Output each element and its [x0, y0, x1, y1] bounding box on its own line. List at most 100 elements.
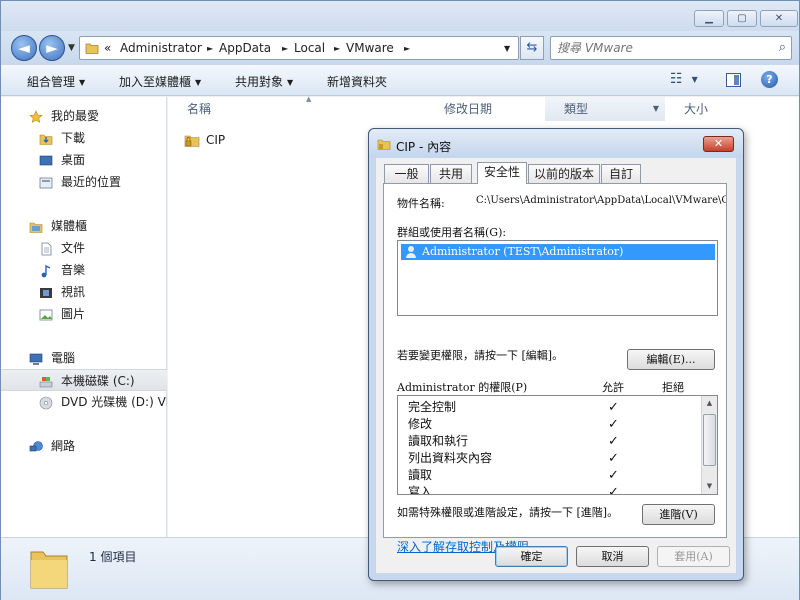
dialog-close-button[interactable]: ✕ [703, 136, 734, 152]
dialog-title-bar: CIP - 內容 ✕ [369, 129, 743, 157]
drive-icon [39, 374, 53, 388]
desktop-icon [39, 153, 53, 167]
dialog-body: 一般 共用 安全性 以前的版本 自訂 物件名稱: C:\Users\Admini… [376, 158, 736, 573]
breadcrumb-appdata[interactable]: AppData [219, 41, 271, 55]
nav-recent-places[interactable]: 最近的位置 [1, 171, 167, 193]
security-panel: 物件名稱: C:\Users\Administrator\AppData\Loc… [383, 183, 727, 554]
sort-ascending-icon: ▲ [306, 95, 312, 103]
apply-button[interactable]: 套用(A) [657, 546, 730, 567]
edit-button[interactable]: 編輯(E)... [627, 349, 715, 370]
tab-sharing[interactable]: 共用 [430, 164, 472, 183]
tab-security[interactable]: 安全性 [477, 162, 527, 184]
nav-videos[interactable]: 視訊 [1, 281, 167, 303]
nav-label: 網路 [51, 439, 76, 453]
add-to-library-menu[interactable]: 加入至媒體櫃 ▼ [119, 73, 201, 90]
tab-previous-versions[interactable]: 以前的版本 [528, 164, 600, 183]
forward-button[interactable]: ► [39, 35, 65, 61]
close-button[interactable]: ✕ [760, 10, 798, 27]
recent-pages-dropdown[interactable]: ▼ [68, 43, 75, 53]
minimize-button[interactable]: ▁ [694, 10, 724, 27]
search-input[interactable] [557, 40, 767, 56]
permission-modify: 修改 ✓ [408, 417, 619, 432]
breadcrumb-separator[interactable]: ► [334, 44, 340, 53]
nav-label: 音樂 [61, 263, 86, 277]
libraries-icon [29, 219, 43, 233]
permissions-scrollbar[interactable]: ▲ ▼ [701, 396, 717, 494]
breadcrumb-separator[interactable]: ► [404, 44, 410, 53]
group-item-administrator[interactable]: Administrator (TEST\Administrator) [401, 244, 715, 260]
breadcrumb-separator[interactable]: ► [282, 44, 288, 53]
permission-read: 讀取 ✓ [408, 468, 619, 483]
scroll-down-arrow[interactable]: ▼ [702, 479, 717, 494]
advanced-button[interactable]: 進階(V) [642, 504, 715, 525]
nav-label: 媒體櫃 [51, 219, 88, 233]
command-bar: 組合管理 ▼ 加入至媒體櫃 ▼ 共用對象 ▼ 新增資料夾 ☷ ▼ ? [1, 65, 799, 96]
maximize-button[interactable]: ▢ [727, 10, 757, 27]
allow-check: ✓ [608, 468, 619, 483]
refresh-button[interactable]: ⇆ [520, 36, 544, 60]
cancel-button[interactable]: 取消 [576, 546, 649, 567]
address-bar[interactable]: « Administrator ► AppData ► Local ► VMwa… [79, 36, 519, 60]
locked-folder-icon [184, 132, 200, 148]
groups-listbox[interactable]: Administrator (TEST\Administrator) [397, 240, 718, 316]
computer-icon [29, 351, 43, 365]
tab-customize[interactable]: 自訂 [601, 164, 641, 183]
nav-label: 圖片 [61, 307, 86, 321]
nav-favorites[interactable]: 我的最愛 [1, 105, 167, 127]
change-permissions-hint: 若要變更權限，請按一下 [編輯]。 [397, 349, 564, 362]
groups-label: 群組或使用者名稱(G): [397, 226, 507, 239]
preview-pane-icon[interactable] [726, 73, 741, 87]
new-folder-button[interactable]: 新增資料夾 [327, 73, 387, 90]
column-header-size[interactable]: 大小 [665, 97, 765, 121]
search-icon[interactable]: ⌕ [779, 40, 786, 55]
nav-label: 文件 [61, 241, 86, 255]
locked-folder-icon [377, 137, 391, 151]
nav-local-disk-c[interactable]: 本機磁碟 (C:) [1, 369, 167, 391]
permission-full-control: 完全控制 ✓ [408, 400, 619, 415]
share-with-menu[interactable]: 共用對象 ▼ [235, 73, 293, 90]
nav-label: 視訊 [61, 285, 86, 299]
column-header-name[interactable]: 名稱 [168, 97, 425, 121]
allow-check: ✓ [608, 485, 619, 495]
tab-general[interactable]: 一般 [384, 164, 429, 183]
nav-documents[interactable]: 文件 [1, 237, 167, 259]
network-icon [29, 439, 43, 453]
nav-music[interactable]: 音樂 [1, 259, 167, 281]
breadcrumb-vmware[interactable]: VMware [346, 41, 394, 55]
nav-desktop[interactable]: 桌面 [1, 149, 167, 171]
organize-menu[interactable]: 組合管理 ▼ [27, 73, 85, 90]
nav-network[interactable]: 網路 [1, 435, 167, 457]
title-bar: ▁ ▢ ✕ [1, 1, 799, 31]
search-box: ⌕ [550, 36, 792, 60]
nav-downloads[interactable]: 下載 [1, 127, 167, 149]
scroll-up-arrow[interactable]: ▲ [702, 396, 717, 411]
view-options-icon[interactable]: ☷ ▼ [670, 71, 698, 87]
allow-check: ✓ [608, 417, 619, 432]
allow-check: ✓ [608, 400, 619, 415]
picture-icon [39, 307, 53, 321]
large-folder-icon [29, 546, 69, 590]
help-icon[interactable]: ? [761, 71, 778, 88]
column-dropdown-icon[interactable]: ▼ [653, 97, 659, 121]
nav-pictures[interactable]: 圖片 [1, 303, 167, 325]
permissions-list[interactable]: 完全控制 ✓ 修改 ✓ 讀取和執行 ✓ 列出資料夾內容 ✓ 讀取 ✓ 寫入 ✓ ▲ ▼ [397, 395, 718, 495]
permission-write: 寫入 ✓ [408, 484, 708, 495]
address-history-dropdown[interactable]: ▼ [504, 44, 510, 53]
nav-label: DVD 光碟機 (D:) VMware [61, 395, 167, 409]
column-header-date[interactable]: 修改日期 [425, 97, 545, 121]
column-header-type[interactable]: 類型 ▼ [545, 97, 665, 121]
address-chevron[interactable]: « [104, 41, 111, 55]
dialog-title: CIP - 內容 [396, 140, 452, 154]
address-row: ◄ ► ▼ « Administrator ► AppData ► Local … [1, 31, 799, 65]
breadcrumb-administrator[interactable]: Administrator [120, 41, 202, 55]
back-button[interactable]: ◄ [11, 35, 37, 61]
breadcrumb-separator[interactable]: ► [207, 44, 213, 53]
scroll-thumb[interactable] [703, 414, 716, 466]
permissions-header: Administrator 的權限(P) [397, 381, 528, 394]
ok-button[interactable]: 確定 [495, 546, 568, 567]
user-icon [405, 245, 417, 259]
nav-computer[interactable]: 電腦 [1, 347, 167, 369]
breadcrumb-local[interactable]: Local [294, 41, 325, 55]
nav-libraries[interactable]: 媒體櫃 [1, 215, 167, 237]
nav-dvd-drive[interactable]: DVD 光碟機 (D:) VMware [1, 391, 167, 413]
